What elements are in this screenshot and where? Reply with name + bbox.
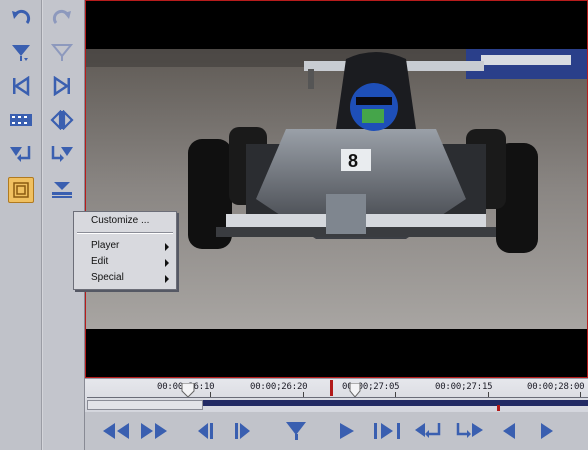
menu-item-special[interactable]: Special bbox=[74, 271, 176, 286]
go-to-out-icon[interactable] bbox=[454, 420, 484, 442]
timecode-label: 00:00;26:20 bbox=[250, 382, 308, 392]
play-to-out-icon[interactable] bbox=[372, 420, 404, 442]
mark-in-handle-icon[interactable] bbox=[180, 382, 196, 398]
overwrite-edit-icon[interactable] bbox=[49, 141, 75, 167]
menu-item-label: Customize ... bbox=[91, 215, 150, 226]
context-menu: Customize ... Player Edit Special bbox=[73, 211, 177, 290]
submenu-arrow-icon bbox=[165, 243, 169, 251]
svg-text:8: 8 bbox=[348, 151, 358, 171]
menu-item-label: Special bbox=[91, 272, 124, 283]
insert-edit-icon[interactable] bbox=[8, 141, 34, 167]
submenu-arrow-icon bbox=[165, 275, 169, 283]
split-icon[interactable] bbox=[49, 107, 75, 133]
scrub-line bbox=[87, 397, 588, 398]
step-back-icon[interactable] bbox=[498, 420, 520, 442]
go-to-in-icon[interactable] bbox=[414, 420, 444, 442]
playhead-marker[interactable] bbox=[330, 380, 333, 396]
lift-icon[interactable] bbox=[49, 177, 75, 203]
menu-item-label: Player bbox=[91, 240, 120, 251]
submenu-arrow-icon bbox=[165, 259, 169, 267]
timecode-label: 00:00;27:15 bbox=[435, 382, 493, 392]
clear-mark-icon[interactable] bbox=[49, 40, 75, 66]
next-frame-icon[interactable] bbox=[232, 420, 254, 442]
trim-right-icon[interactable] bbox=[49, 73, 75, 99]
rewind-icon[interactable] bbox=[102, 420, 130, 442]
step-forward-icon[interactable] bbox=[536, 420, 558, 442]
set-marker-icon[interactable] bbox=[284, 420, 310, 442]
fast-forward-icon[interactable] bbox=[140, 420, 168, 442]
trim-left-icon[interactable] bbox=[8, 73, 34, 99]
timecode-label: 00:00;28:00 bbox=[527, 382, 585, 392]
menu-separator bbox=[77, 232, 173, 234]
menu-item-player[interactable]: Player bbox=[74, 239, 176, 254]
redo-icon[interactable] bbox=[49, 5, 75, 31]
menu-item-customize[interactable]: Customize ... bbox=[74, 214, 176, 229]
navigator-playhead bbox=[497, 405, 500, 411]
previous-frame-icon[interactable] bbox=[194, 420, 216, 442]
set-mark-in-icon[interactable] bbox=[8, 40, 34, 66]
safe-area-toggle-icon[interactable] bbox=[8, 177, 34, 203]
navigator-thumb[interactable] bbox=[87, 400, 203, 410]
mark-out-handle-icon[interactable] bbox=[348, 382, 362, 398]
play-icon[interactable] bbox=[336, 420, 358, 442]
video-preview-monitor[interactable]: 8 bbox=[85, 0, 588, 378]
filmstrip-icon[interactable] bbox=[8, 107, 34, 133]
left-toolbar bbox=[0, 0, 41, 450]
menu-item-label: Edit bbox=[91, 256, 109, 267]
menu-item-edit[interactable]: Edit bbox=[74, 255, 176, 270]
undo-icon[interactable] bbox=[8, 5, 34, 31]
